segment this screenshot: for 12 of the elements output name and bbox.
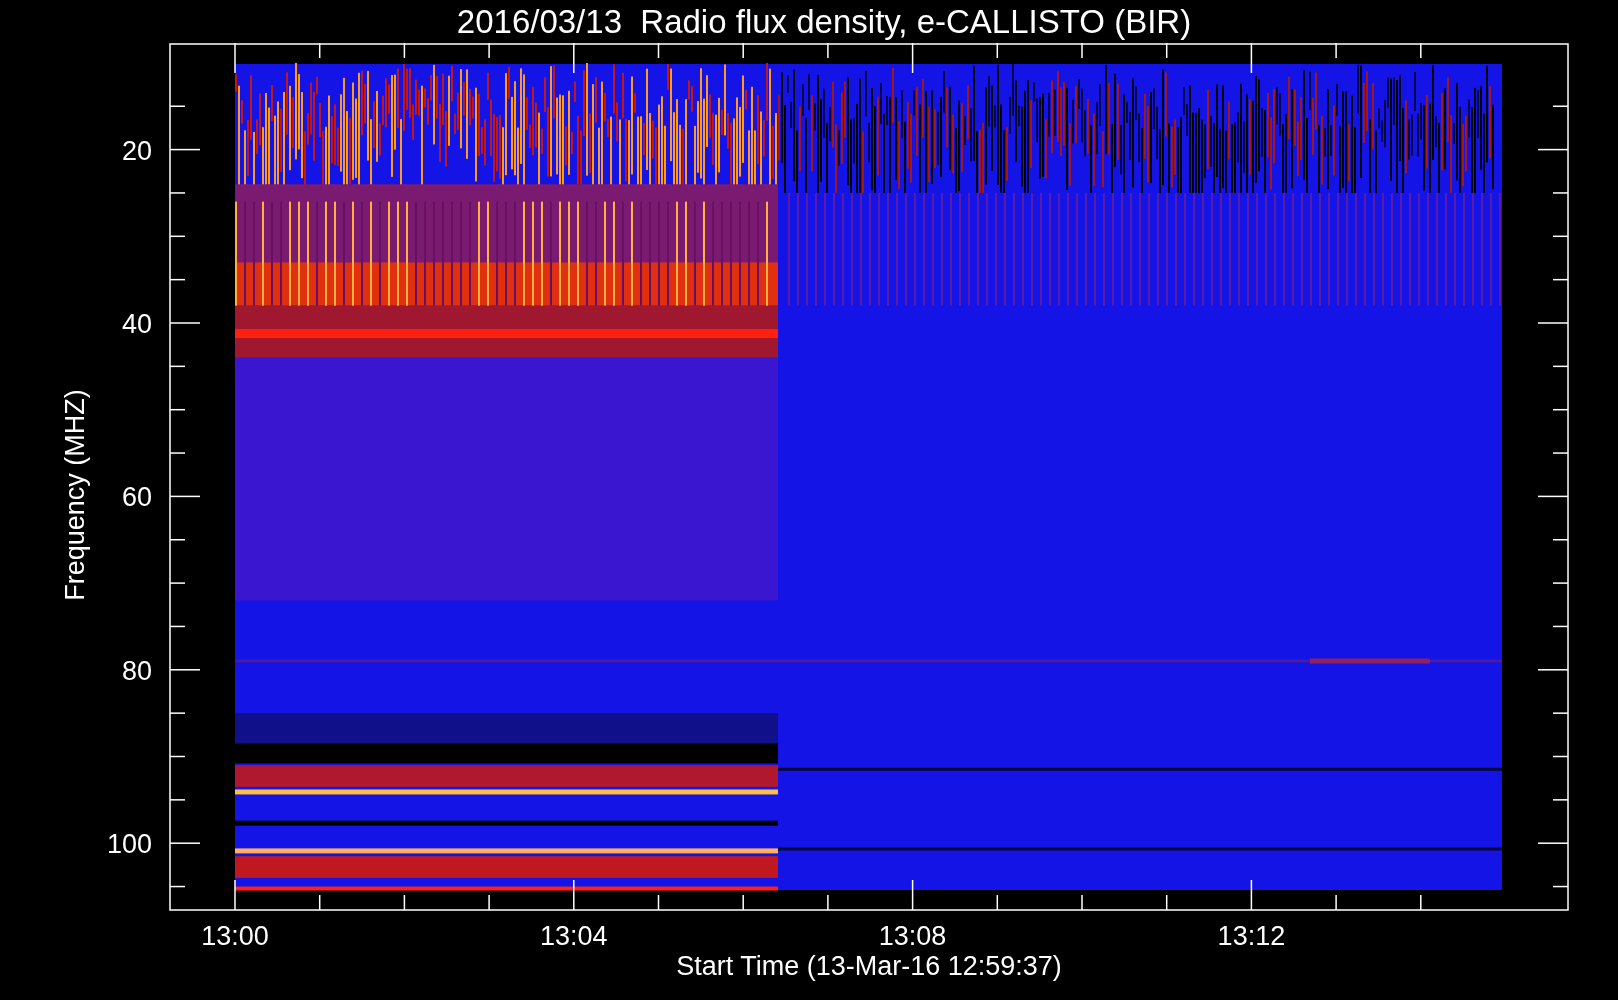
chart-title: 2016/03/13 Radio flux density, e-CALLISTO (BIR) [455, 1, 1193, 42]
x-tick-label: 13:08 [878, 921, 947, 951]
x-tick-label: 13:04 [540, 921, 608, 951]
y-axis-label: Frequency (MHZ) [60, 389, 90, 601]
y-tick-label: 60 [121, 482, 152, 513]
x-tick-label: 13:12 [1217, 921, 1286, 951]
y-tick-label: 80 [121, 655, 152, 686]
y-tick-label: 100 [106, 829, 152, 860]
y-tick-label: 20 [121, 135, 152, 166]
x-axis-label: Start Time (13-Mar-16 12:59:37) [676, 951, 1062, 981]
x-tick-label: 13:00 [201, 921, 269, 951]
y-tick-label: 40 [121, 309, 152, 339]
